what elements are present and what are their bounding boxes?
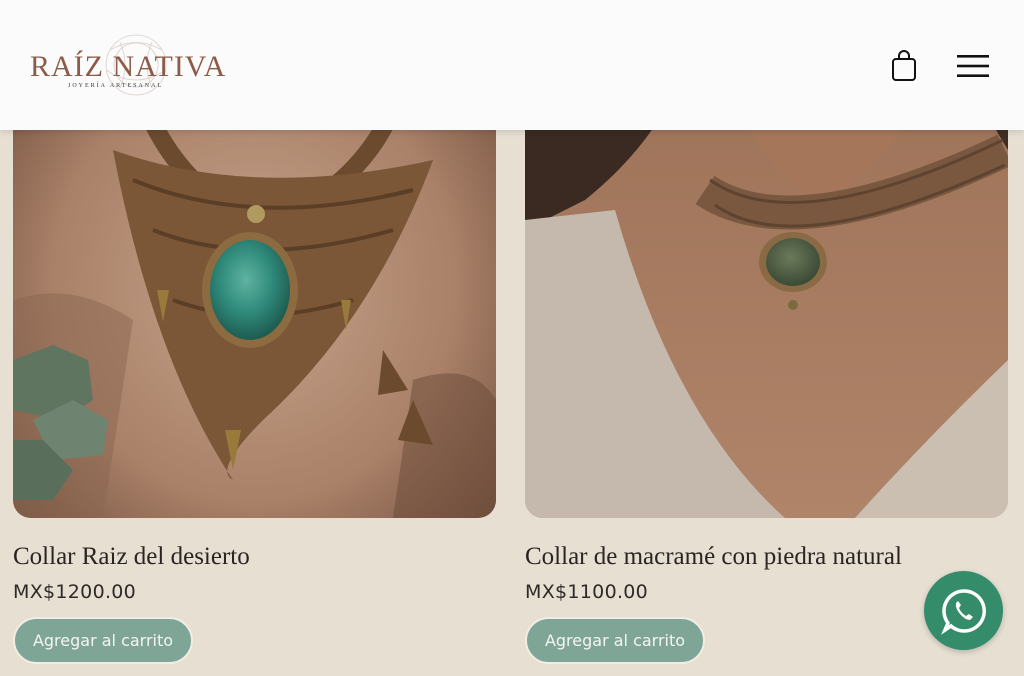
shopping-bag-icon — [892, 50, 916, 81]
brand-tagline: JOYERÍA ARTESANAL — [68, 83, 164, 89]
product-title[interactable]: Collar de macramé con piedra natural — [525, 543, 902, 571]
whatsapp-button[interactable] — [924, 571, 1003, 650]
product-price: MX$1100.00 — [525, 581, 649, 603]
add-to-cart-button[interactable]: Agregar al carrito — [13, 617, 193, 664]
brand-name: RAÍZ NATIVA — [30, 50, 227, 83]
whatsapp-icon — [940, 588, 986, 635]
add-to-cart-button[interactable]: Agregar al carrito — [525, 617, 705, 664]
hamburger-menu-icon — [957, 55, 989, 77]
product-title[interactable]: Collar Raiz del desierto — [13, 543, 250, 571]
site-header: RAÍZ NATIVA JOYERÍA ARTESANAL — [0, 0, 1024, 130]
brand-logo[interactable]: RAÍZ NATIVA JOYERÍA ARTESANAL — [28, 30, 225, 100]
product-price: MX$1200.00 — [13, 581, 137, 603]
cart-button[interactable] — [886, 47, 922, 85]
menu-button[interactable] — [952, 48, 994, 84]
